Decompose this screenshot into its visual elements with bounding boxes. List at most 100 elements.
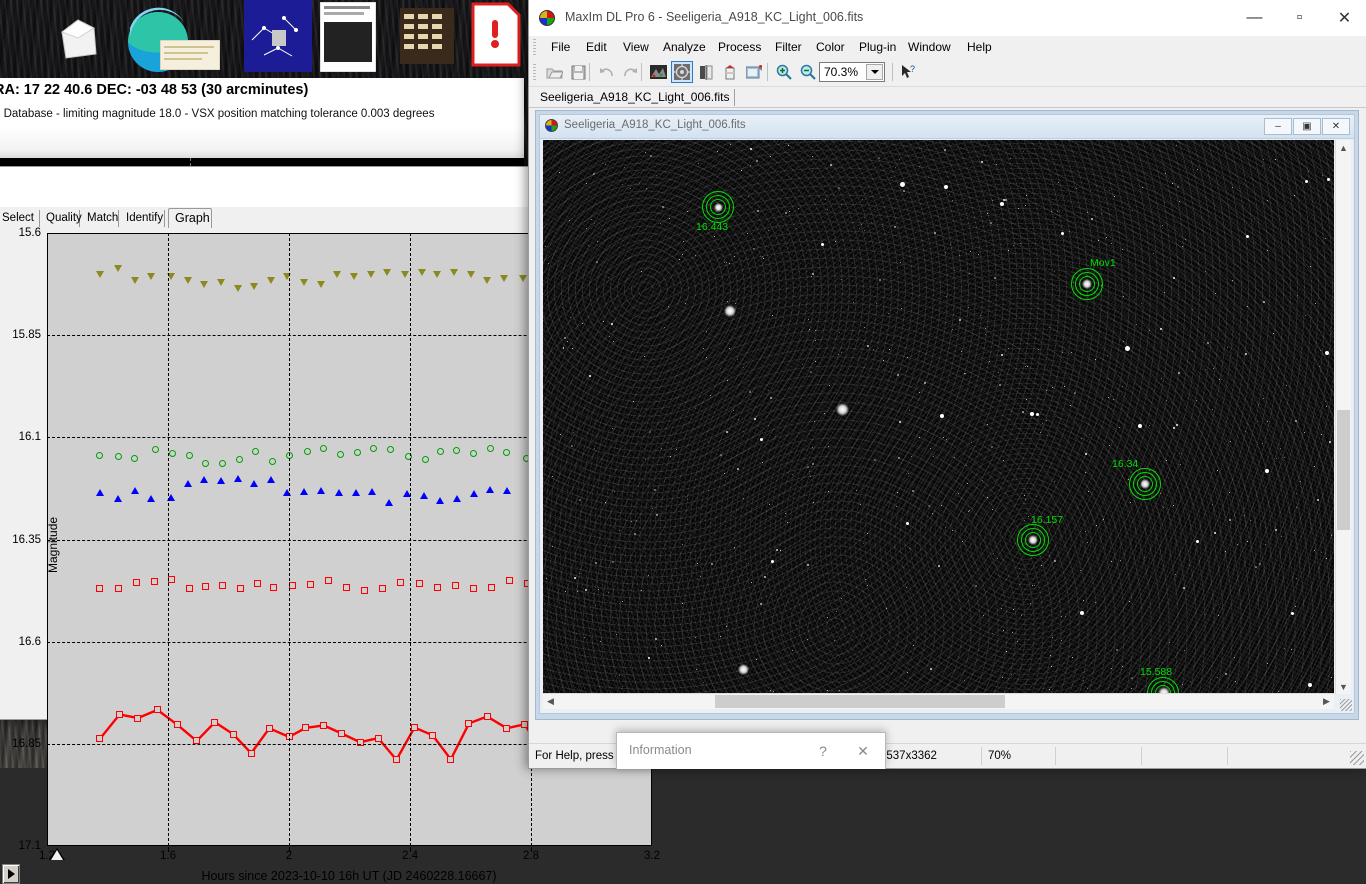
document-tabstrip: Seeligeria_A918_KC_Light_006.fits [529, 87, 1366, 108]
close-button[interactable]: ✕ [1322, 0, 1366, 36]
information-help-button[interactable]: ? [803, 733, 843, 769]
menu-analyze[interactable]: Analyze [657, 36, 712, 58]
star [728, 262, 730, 264]
star [1135, 324, 1137, 326]
star [1053, 559, 1056, 562]
data-point-comp-star-1 [433, 270, 442, 278]
star [604, 163, 606, 165]
data-point-comp-star-4 [506, 576, 514, 584]
star [1265, 469, 1269, 473]
information-dialog: Information ? ✕ [616, 732, 886, 769]
horizontal-scroll-thumb[interactable] [715, 695, 1005, 708]
toolbar-grip[interactable] [533, 64, 536, 80]
chevron-down-icon[interactable] [866, 64, 883, 80]
menu-process[interactable]: Process [712, 36, 767, 58]
star [1294, 605, 1296, 607]
star [995, 163, 997, 165]
star [697, 162, 699, 164]
menu-window[interactable]: Window [902, 36, 957, 58]
save-icon[interactable] [567, 61, 589, 83]
vertical-scroll-thumb[interactable] [1337, 410, 1350, 530]
zoom-in-icon[interactable] [773, 61, 795, 83]
child-minimize-button[interactable]: – [1264, 118, 1292, 135]
scroll-down-arrow[interactable]: ▼ [1336, 679, 1351, 694]
maximize-button[interactable]: ▫ [1277, 0, 1322, 36]
zoom-out-icon[interactable] [797, 61, 819, 83]
tab-quality[interactable]: Quality [40, 210, 82, 227]
x-position-marker[interactable] [49, 848, 65, 860]
open-file-icon[interactable] [543, 61, 565, 83]
tab-select[interactable]: Select [0, 210, 40, 227]
notepad-icon[interactable] [159, 39, 221, 71]
zoom-level-combobox[interactable]: 70.3% [819, 62, 885, 82]
screen-stretch-icon[interactable] [647, 61, 669, 83]
star [594, 447, 595, 449]
star-chart-icon[interactable] [244, 0, 312, 72]
menu-color[interactable]: Color [810, 36, 851, 58]
menu-view[interactable]: View [617, 36, 655, 58]
document-tab[interactable]: Seeligeria_A918_KC_Light_006.fits [535, 89, 736, 106]
data-point-target-asteroid [447, 755, 455, 763]
gridline-vertical [410, 233, 411, 846]
data-point-comp-star-4 [433, 583, 441, 591]
spreadsheet-icon[interactable] [400, 8, 454, 64]
graph-scroll-right-button[interactable] [2, 864, 20, 884]
star [762, 257, 764, 259]
data-point-comp-star-4 [361, 587, 369, 595]
scroll-right-arrow[interactable]: ▶ [1319, 694, 1334, 709]
menubar-grip[interactable] [533, 39, 536, 55]
data-point-comp-star-4 [270, 583, 278, 591]
data-point-comp-star-1 [216, 279, 225, 287]
star [1328, 440, 1331, 443]
data-point-comp-star-3 [316, 487, 325, 495]
menu-edit[interactable]: Edit [580, 36, 613, 58]
menu-file[interactable]: File [545, 36, 576, 58]
image-vertical-scrollbar[interactable]: ▲ ▼ [1335, 140, 1351, 694]
menu-plugin[interactable]: Plug-in [853, 36, 902, 58]
menu-help[interactable]: Help [961, 36, 998, 58]
data-point-comp-star-4 [253, 579, 261, 587]
child-restore-button[interactable]: ▣ [1293, 118, 1321, 135]
image-horizontal-scrollbar[interactable]: ◀ ▶ [543, 693, 1334, 709]
star [899, 181, 905, 187]
information-icon[interactable] [671, 61, 693, 83]
tab-graph[interactable]: Graph [168, 208, 212, 228]
child-close-button[interactable]: ✕ [1322, 118, 1350, 135]
information-close-button[interactable]: ✕ [843, 733, 883, 769]
document-icon[interactable] [319, 1, 377, 73]
maxim-app-icon [539, 10, 555, 26]
star [815, 329, 817, 331]
data-point-comp-star-3 [283, 488, 292, 496]
data-point-comp-star-3 [183, 480, 192, 488]
star [982, 614, 984, 616]
data-point-target-asteroid [429, 731, 437, 739]
aperture-label: Mov1 [1090, 257, 1116, 269]
star [808, 329, 810, 331]
star [1183, 650, 1185, 652]
scroll-left-arrow[interactable]: ◀ [543, 694, 558, 709]
fits-image-view[interactable]: 16.443 Mov1 16.34 16.157 15.588 [543, 140, 1334, 694]
menu-filter[interactable]: Filter [769, 36, 808, 58]
child-resize-grip[interactable] [1340, 699, 1352, 711]
star [1049, 654, 1051, 656]
pdf-icon[interactable] [470, 2, 522, 68]
flip-icon[interactable] [695, 61, 717, 83]
window-resize-grip[interactable] [1350, 751, 1364, 765]
context-help-icon[interactable]: ? [898, 61, 920, 83]
tab-match[interactable]: Match [81, 210, 119, 227]
fits-header-icon[interactable] [743, 61, 765, 83]
star [837, 353, 839, 355]
star [737, 418, 739, 420]
data-point-comp-star-3 [266, 476, 275, 484]
trash-icon[interactable] [52, 10, 104, 62]
star [991, 199, 993, 201]
aperture-label: 16.34 [1112, 458, 1139, 470]
aperture-label: 16.443 [696, 221, 729, 233]
star [1027, 515, 1029, 517]
pixel-probe-icon[interactable] [719, 61, 741, 83]
minimize-button[interactable]: — [1232, 0, 1277, 36]
star [1290, 611, 1294, 615]
star [1063, 385, 1065, 387]
scroll-up-arrow[interactable]: ▲ [1336, 140, 1351, 155]
tab-identify[interactable]: Identify [120, 210, 165, 227]
